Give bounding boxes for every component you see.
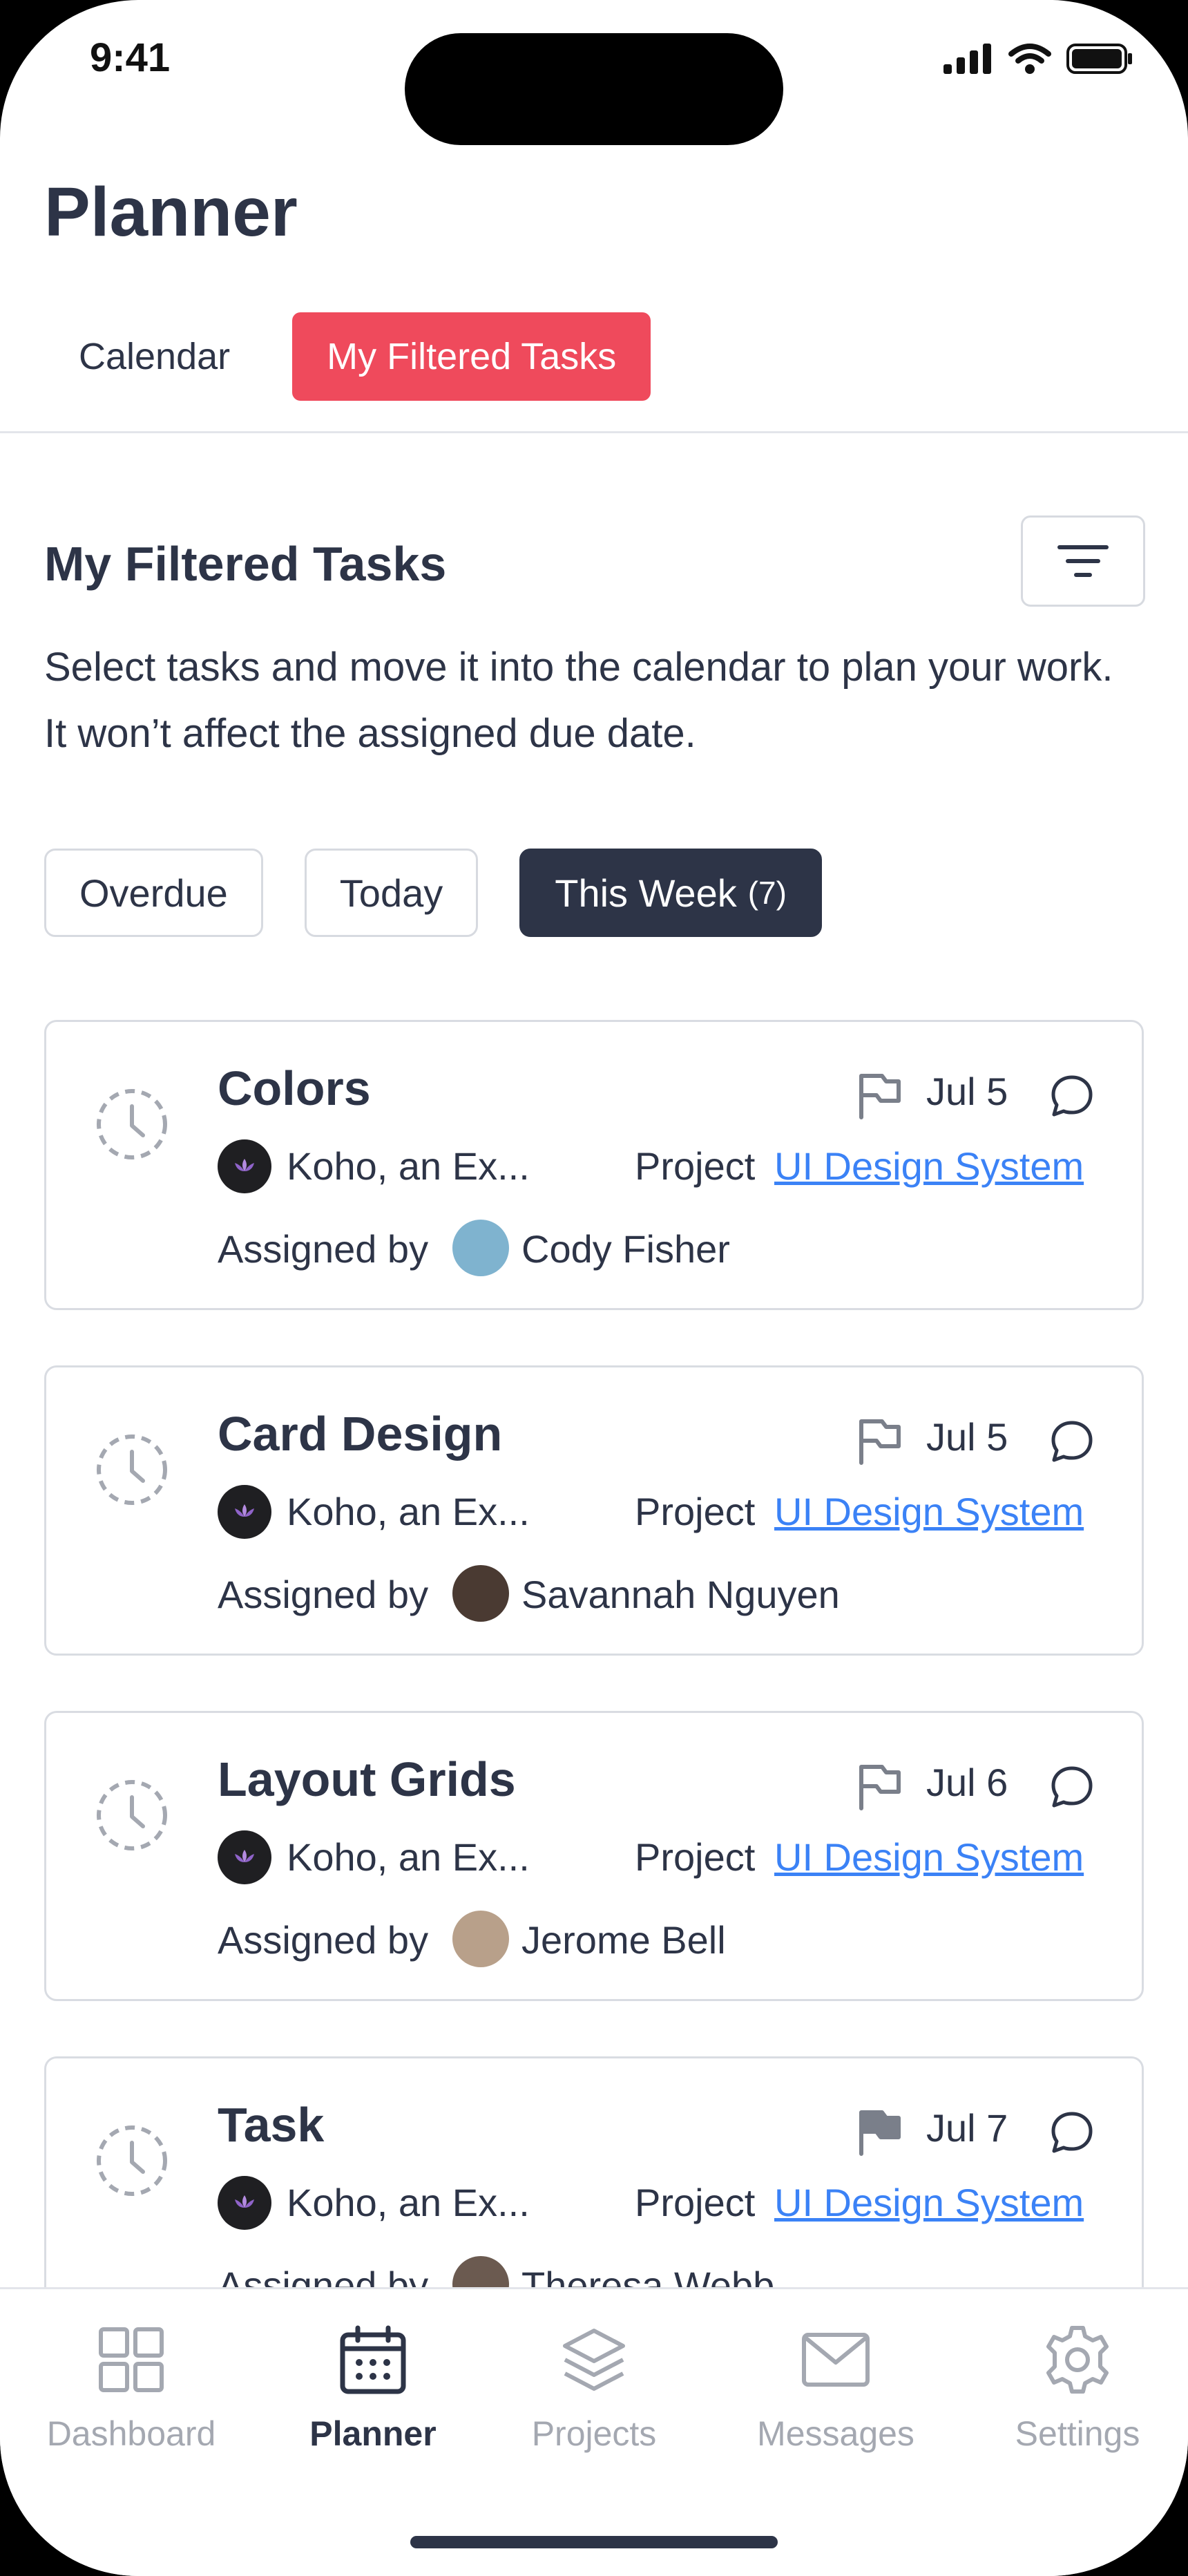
nav-item-projects[interactable]: Projects [490,2324,698,2454]
comment-icon[interactable] [1049,1419,1095,1464]
nav-item-settings[interactable]: Settings [974,2324,1181,2454]
task-organization: Koho, an Ex... [287,1835,530,1879]
dynamic-island [405,33,783,145]
task-project-label: Project [635,1835,756,1879]
task-organization: Koho, an Ex... [287,2181,530,2224]
comment-icon[interactable] [1049,2110,1095,2155]
signal-icon [943,44,991,74]
org-logo [218,1485,271,1539]
task-project-label: Project [635,1144,756,1188]
nav-label: Planner [309,2414,437,2453]
tab-calendar[interactable]: Calendar [44,312,265,401]
section-description: Select tasks and move it into the calend… [44,645,1113,756]
chip-this-week-label: This Week [555,871,737,915]
flag-icon[interactable] [856,1072,903,1120]
task-organization: Koho, an Ex... [287,1144,530,1188]
chip-this-week-count: (7) [747,875,787,911]
task-project-link[interactable]: UI Design System [774,1144,1084,1188]
header-divider [0,431,1188,433]
status-time: 9:41 [90,35,171,80]
flag-icon[interactable] [856,1417,903,1466]
home-indicator [410,2536,778,2548]
chip-today[interactable]: Today [304,849,479,937]
comment-icon[interactable] [1049,1073,1095,1119]
grid-icon [95,2324,167,2396]
task-due-date: Jul 6 [926,1761,1008,1804]
task-due-date: Jul 7 [926,2106,1008,2150]
task-title: Task [218,2098,325,2152]
task-title: Colors [218,1061,371,1115]
nav-label: Projects [531,2414,657,2453]
clock-icon[interactable] [95,2123,169,2198]
clock-icon[interactable] [95,1778,169,1853]
task-assigned-label: Assigned by [218,1227,429,1271]
clock-icon[interactable] [95,1087,169,1162]
task-due-date: Jul 5 [926,1070,1008,1113]
task-project-link[interactable]: UI Design System [774,2180,1084,2225]
task-list: Colors Jul 5 Koho, an Ex... Project UI D… [44,1020,1144,2402]
task-card[interactable]: Card Design Jul 5 Koho, an Ex... Project… [44,1365,1144,1656]
calendar-icon [337,2324,409,2396]
task-card[interactable]: Colors Jul 5 Koho, an Ex... Project UI D… [44,1020,1144,1310]
task-project-label: Project [635,2181,756,2224]
flag-icon[interactable] [856,2108,903,2157]
bottom-navigation: Dashboard Planner Projects Messages Sett… [0,2287,1188,2576]
battery-icon [1066,44,1132,74]
task-project-label: Project [635,1490,756,1533]
task-assignee: Savannah Nguyen [521,1573,840,1616]
task-assigned-label: Assigned by [218,1918,429,1962]
nav-label: Messages [757,2414,914,2453]
tab-my-filtered-tasks[interactable]: My Filtered Tasks [292,312,651,401]
filter-icon [1057,545,1109,577]
nav-label: Settings [1015,2414,1140,2453]
avatar [452,1911,509,1967]
comment-icon[interactable] [1049,1764,1095,1810]
task-assignee: Jerome Bell [521,1918,726,1962]
task-title: Card Design [218,1407,503,1461]
date-filter-chips: Overdue Today This Week (7) [44,849,822,937]
task-assignee: Cody Fisher [521,1227,730,1271]
wifi-icon [1008,44,1051,74]
section-title: My Filtered Tasks [44,537,447,591]
nav-item-dashboard[interactable]: Dashboard [28,2324,235,2454]
mail-icon [800,2324,872,2396]
layers-icon [558,2324,630,2396]
task-organization: Koho, an Ex... [287,1490,530,1533]
clock-icon[interactable] [95,1432,169,1507]
avatar [452,1220,509,1276]
org-logo [218,2176,271,2230]
nav-item-planner[interactable]: Planner [269,2324,477,2454]
org-logo [218,1830,271,1884]
status-icons [943,43,1133,75]
filter-button[interactable] [1021,515,1145,607]
task-due-date: Jul 5 [926,1415,1008,1459]
view-tabs: Calendar My Filtered Tasks [44,312,651,401]
chip-today-label: Today [339,871,443,915]
org-logo [218,1139,271,1193]
avatar [452,1565,509,1622]
chip-overdue[interactable]: Overdue [44,849,263,937]
gear-icon [1042,2324,1113,2396]
phone-screen: 9:41 Planner Calendar My Filtered Tasks … [0,0,1188,2576]
page-title: Planner [44,173,298,251]
flag-icon[interactable] [856,1763,903,1811]
task-card[interactable]: Layout Grids Jul 6 Koho, an Ex... Projec… [44,1711,1144,2001]
chip-overdue-label: Overdue [79,871,228,915]
nav-label: Dashboard [46,2414,216,2453]
nav-item-messages[interactable]: Messages [732,2324,939,2454]
task-project-link[interactable]: UI Design System [774,1835,1084,1879]
chip-this-week[interactable]: This Week (7) [519,849,822,937]
task-project-link[interactable]: UI Design System [774,1489,1084,1534]
task-title: Layout Grids [218,1752,516,1806]
task-assigned-label: Assigned by [218,1573,429,1616]
